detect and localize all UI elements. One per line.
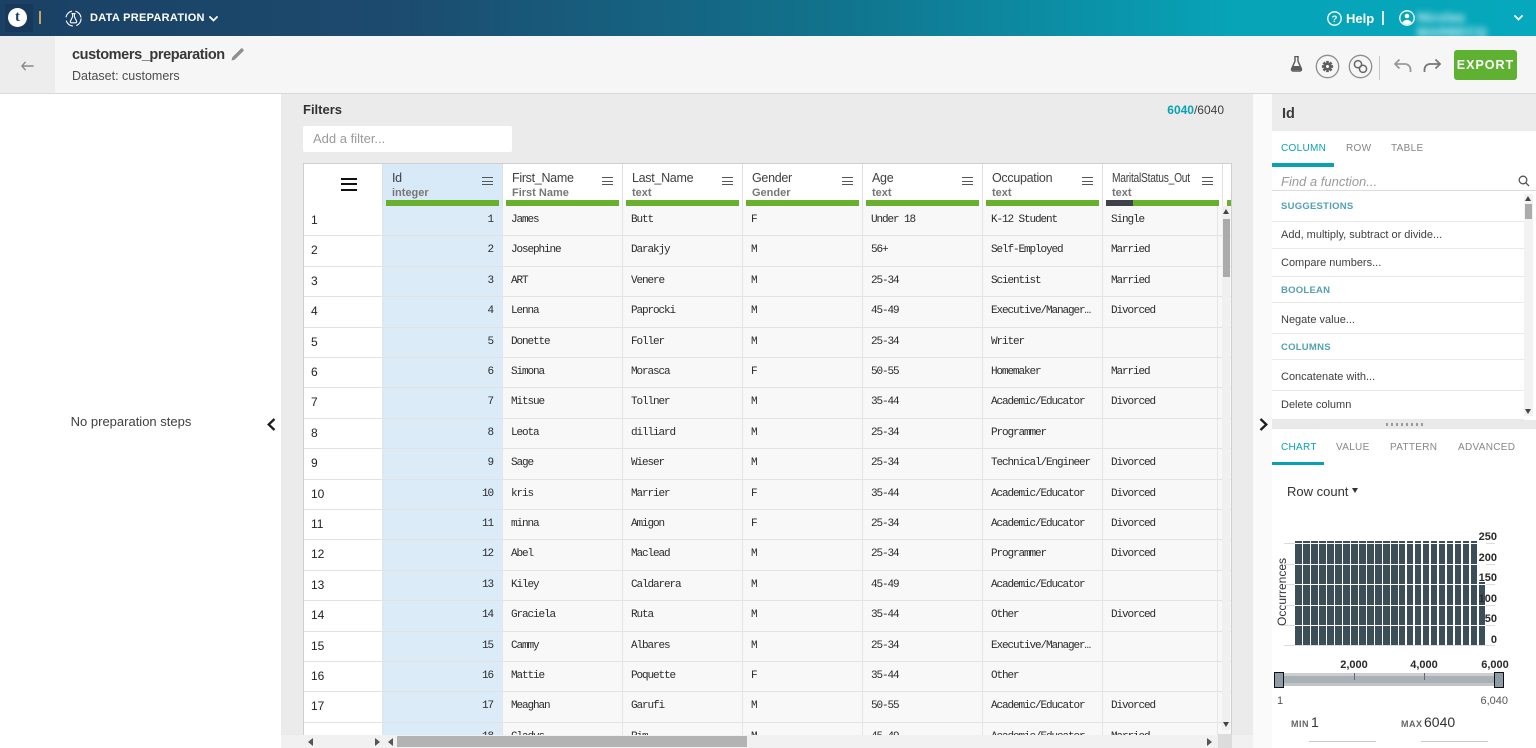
svg-text:?: ? [1332, 14, 1338, 25]
